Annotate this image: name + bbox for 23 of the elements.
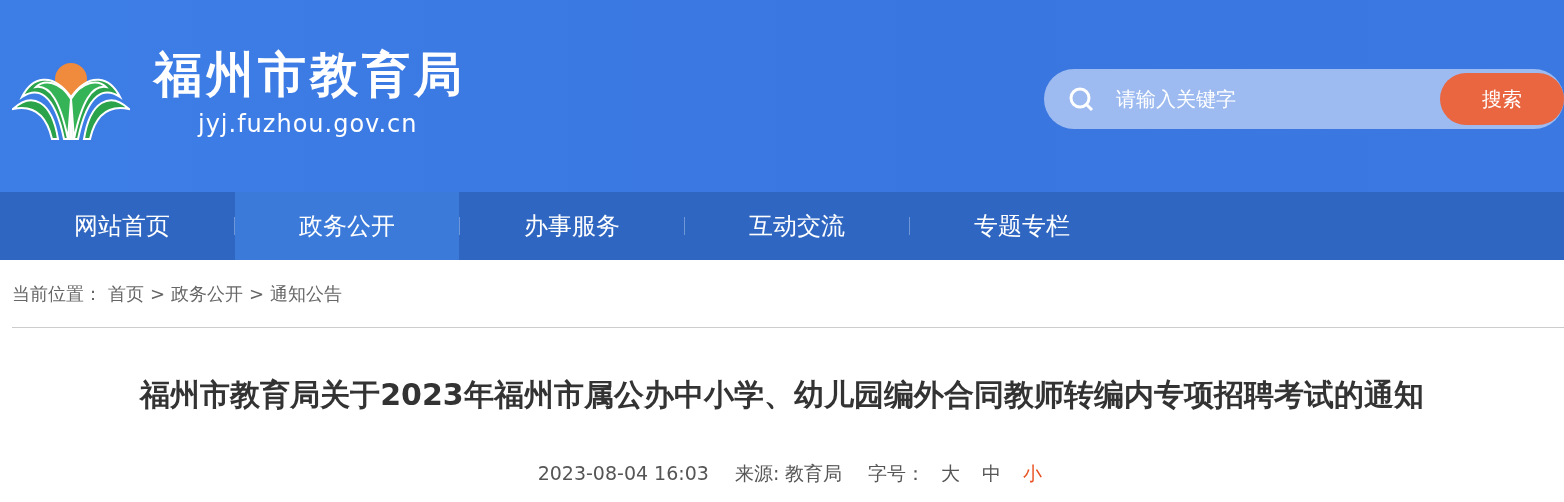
nav-tab[interactable]: 政务公开: [235, 192, 459, 260]
publish-date: 2023-08-04 16:03: [537, 461, 709, 486]
font-size-option[interactable]: 大: [941, 462, 961, 484]
font-size-option[interactable]: 小: [1023, 462, 1043, 484]
search-icon: [1068, 86, 1094, 112]
breadcrumb-link[interactable]: 通知公告: [270, 280, 343, 307]
breadcrumb-separator: >: [249, 282, 265, 306]
nav-tab[interactable]: 办事服务: [460, 192, 684, 260]
nav-tab[interactable]: 专题专栏: [910, 192, 1134, 260]
font-size-label: 字号：: [868, 462, 926, 484]
breadcrumb-separator: >: [150, 282, 166, 306]
search-button[interactable]: 搜索: [1440, 73, 1564, 125]
breadcrumb-label: 当前位置：: [12, 282, 102, 306]
breadcrumb-link[interactable]: 政务公开: [171, 280, 244, 307]
nav-tab[interactable]: 互动交流: [685, 192, 909, 260]
breadcrumb-link[interactable]: 首页: [108, 280, 144, 307]
site-name: 福州市教育局: [154, 50, 466, 98]
article-title: 福州市教育局关于2023年福州市属公办中小学、幼儿园编外合同教师转编内专项招聘考试的通知: [138, 376, 1425, 414]
font-size-option[interactable]: 中: [982, 462, 1002, 484]
search-field[interactable]: 请输入关键字 搜索: [1044, 69, 1564, 129]
nav-tab[interactable]: 网站首页: [10, 192, 234, 260]
article-source: 来源: 教育局: [734, 461, 843, 486]
site-domain: jyj.fuzhou.gov.cn: [198, 109, 419, 140]
